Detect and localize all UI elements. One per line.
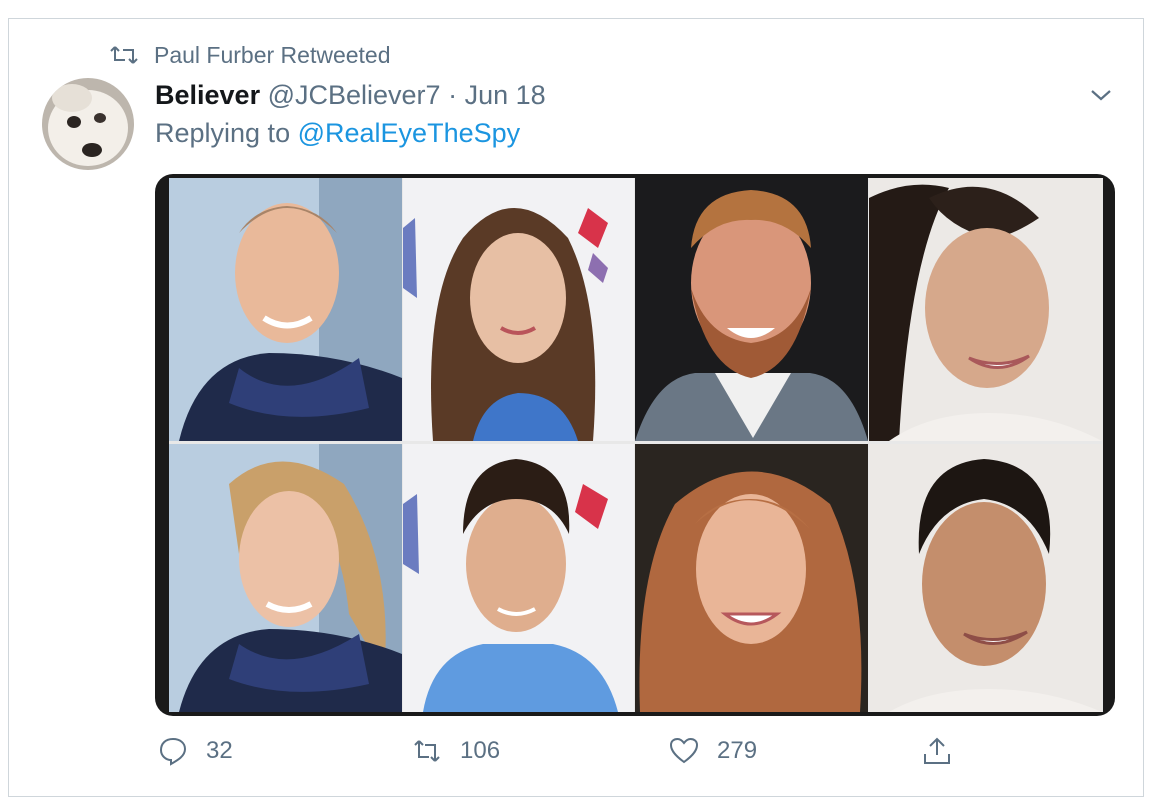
reply-mention[interactable]: @RealEyeTheSpy bbox=[298, 118, 521, 148]
social-context: Paul Furber Retweeted bbox=[110, 40, 391, 70]
retweet-icon bbox=[414, 740, 440, 762]
separator: · bbox=[448, 80, 458, 110]
retweet-count: 106 bbox=[460, 737, 501, 764]
photo-row2-col2[interactable] bbox=[403, 444, 634, 712]
tweet-actions: 32 106 279 bbox=[0, 736, 1154, 776]
reply-icon bbox=[159, 737, 187, 766]
reply-prefix: Replying to bbox=[155, 118, 291, 148]
photo-row2-col4[interactable] bbox=[869, 444, 1102, 712]
reply-count: 32 bbox=[206, 737, 233, 764]
photo-row1-col3[interactable] bbox=[635, 178, 868, 441]
photo-row2-col1[interactable] bbox=[169, 444, 402, 712]
share-icon bbox=[924, 737, 950, 764]
reply-button[interactable]: 32 bbox=[158, 736, 233, 766]
reply-context: Replying to @RealEyeTheSpy bbox=[155, 118, 520, 149]
photo-row2-col3[interactable] bbox=[635, 444, 868, 712]
tweet-media[interactable] bbox=[155, 174, 1115, 716]
social-context-label[interactable]: Paul Furber Retweeted bbox=[154, 42, 391, 69]
like-count: 279 bbox=[717, 737, 758, 764]
display-name[interactable]: Believer bbox=[155, 80, 260, 110]
like-button[interactable]: 279 bbox=[669, 736, 757, 766]
retweet-icon bbox=[110, 46, 138, 64]
avatar[interactable] bbox=[42, 78, 134, 170]
tweet-date[interactable]: Jun 18 bbox=[465, 80, 546, 110]
retweet-button[interactable]: 106 bbox=[412, 736, 500, 766]
photo-row1-col1[interactable] bbox=[169, 178, 402, 441]
photo-row1-col2[interactable] bbox=[403, 178, 634, 441]
like-icon bbox=[669, 737, 699, 764]
handle[interactable]: @JCBeliever7 bbox=[268, 80, 441, 110]
share-button[interactable] bbox=[922, 736, 970, 766]
tweet-header: Believer @JCBeliever7 · Jun 18 bbox=[155, 80, 546, 111]
chevron-down-icon[interactable] bbox=[1086, 82, 1116, 108]
photo-row1-col4[interactable] bbox=[869, 178, 1102, 441]
photo-grid bbox=[169, 178, 1103, 712]
